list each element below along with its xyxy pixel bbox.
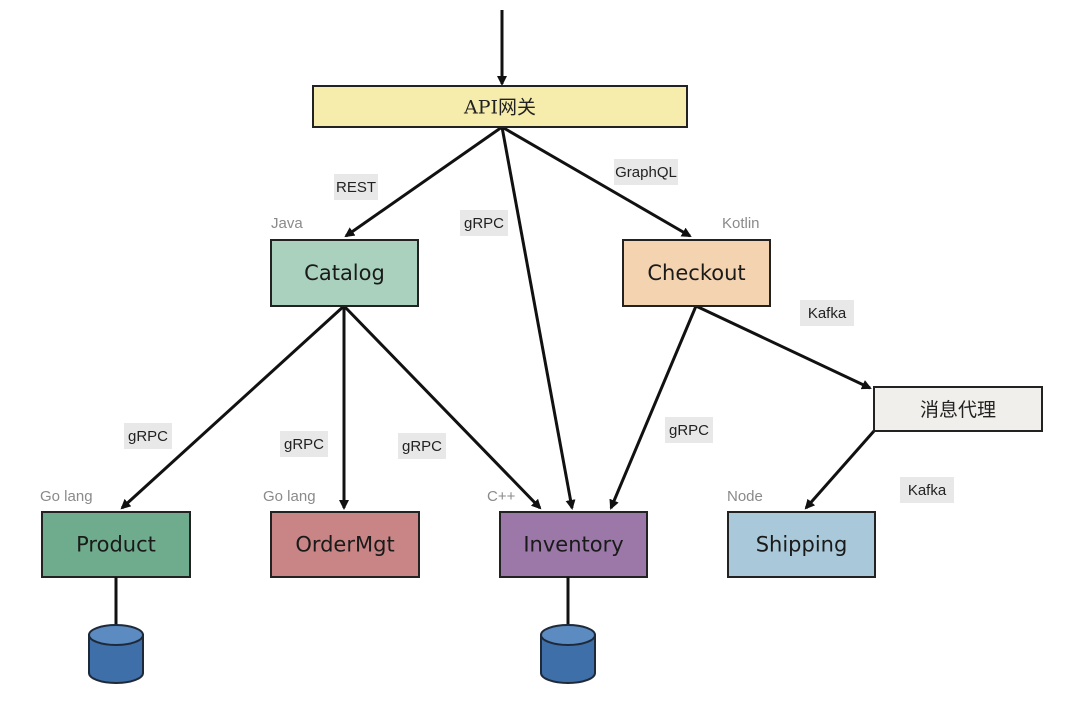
language-label: Go lang [40,488,93,505]
protocol-label-gateway-catalog: REST [334,174,378,200]
database-cylinder-top [88,624,144,646]
protocol-label-text: gRPC [128,428,168,445]
protocol-label-gateway-checkout: GraphQL [614,159,678,185]
language-label: C++ [487,488,516,505]
databases-layer [88,577,596,684]
service-name: Shipping [756,533,848,557]
protocol-label-checkout-broker: Kafka [800,300,854,326]
protocol-label-catalog-ordermgt: gRPC [280,431,328,457]
protocol-label-catalog-inventory: gRPC [398,433,446,459]
protocol-label-text: REST [336,179,376,196]
service-node-gateway[interactable]: API网关 [312,85,688,128]
edge-broker-shipping [804,430,876,510]
service-name: Product [76,533,156,557]
service-node-shipping[interactable]: Shipping Node [727,488,876,578]
protocol-label-text: Kafka [808,305,847,322]
protocol-label-text: Kafka [908,482,947,499]
service-node-checkout[interactable]: Checkout Kotlin [622,215,771,307]
microservices-diagram: REST gRPC GraphQL Kafka gRPC gRPC gRPC gRPC Kafk… [40,10,1043,684]
protocol-label-text: gRPC [402,438,442,455]
protocol-label-broker-shipping: Kafka [900,477,954,503]
service-name: OrderMgt [295,533,394,557]
service-node-ordermgt[interactable]: OrderMgt Go lang [263,488,420,578]
language-label: Go lang [263,488,316,505]
service-name: Catalog [304,261,385,285]
protocol-label-catalog-product: gRPC [124,423,172,449]
database-cylinder-top [540,624,596,646]
protocol-label-checkout-inventory: gRPC [665,417,713,443]
edge-catalog-product [120,304,346,510]
service-name: Checkout [647,261,745,285]
protocol-label-gateway-inventory: gRPC [460,210,508,236]
service-node-product[interactable]: Product Go lang [40,488,191,578]
service-name: 消息代理 [920,399,996,421]
protocol-label-text: gRPC [464,215,504,232]
service-node-broker[interactable]: 消息代理 [873,386,1043,432]
edge-catalog-inventory [342,304,542,510]
database-icon-inventory [540,577,596,684]
protocol-label-text: gRPC [669,422,709,439]
service-node-catalog[interactable]: Catalog Java [270,215,419,307]
database-icon-product [88,577,144,684]
edge-gateway-inventory [500,126,576,510]
protocol-label-text: gRPC [284,436,324,453]
service-name: Inventory [523,533,623,557]
service-node-inventory[interactable]: Inventory C++ [487,488,648,578]
edge-checkout-inventory [609,305,698,510]
protocol-label-text: GraphQL [615,164,677,181]
language-label: Kotlin [722,215,760,232]
language-label: Node [727,488,763,505]
service-name: API网关 [463,97,536,119]
language-label: Java [271,215,303,232]
